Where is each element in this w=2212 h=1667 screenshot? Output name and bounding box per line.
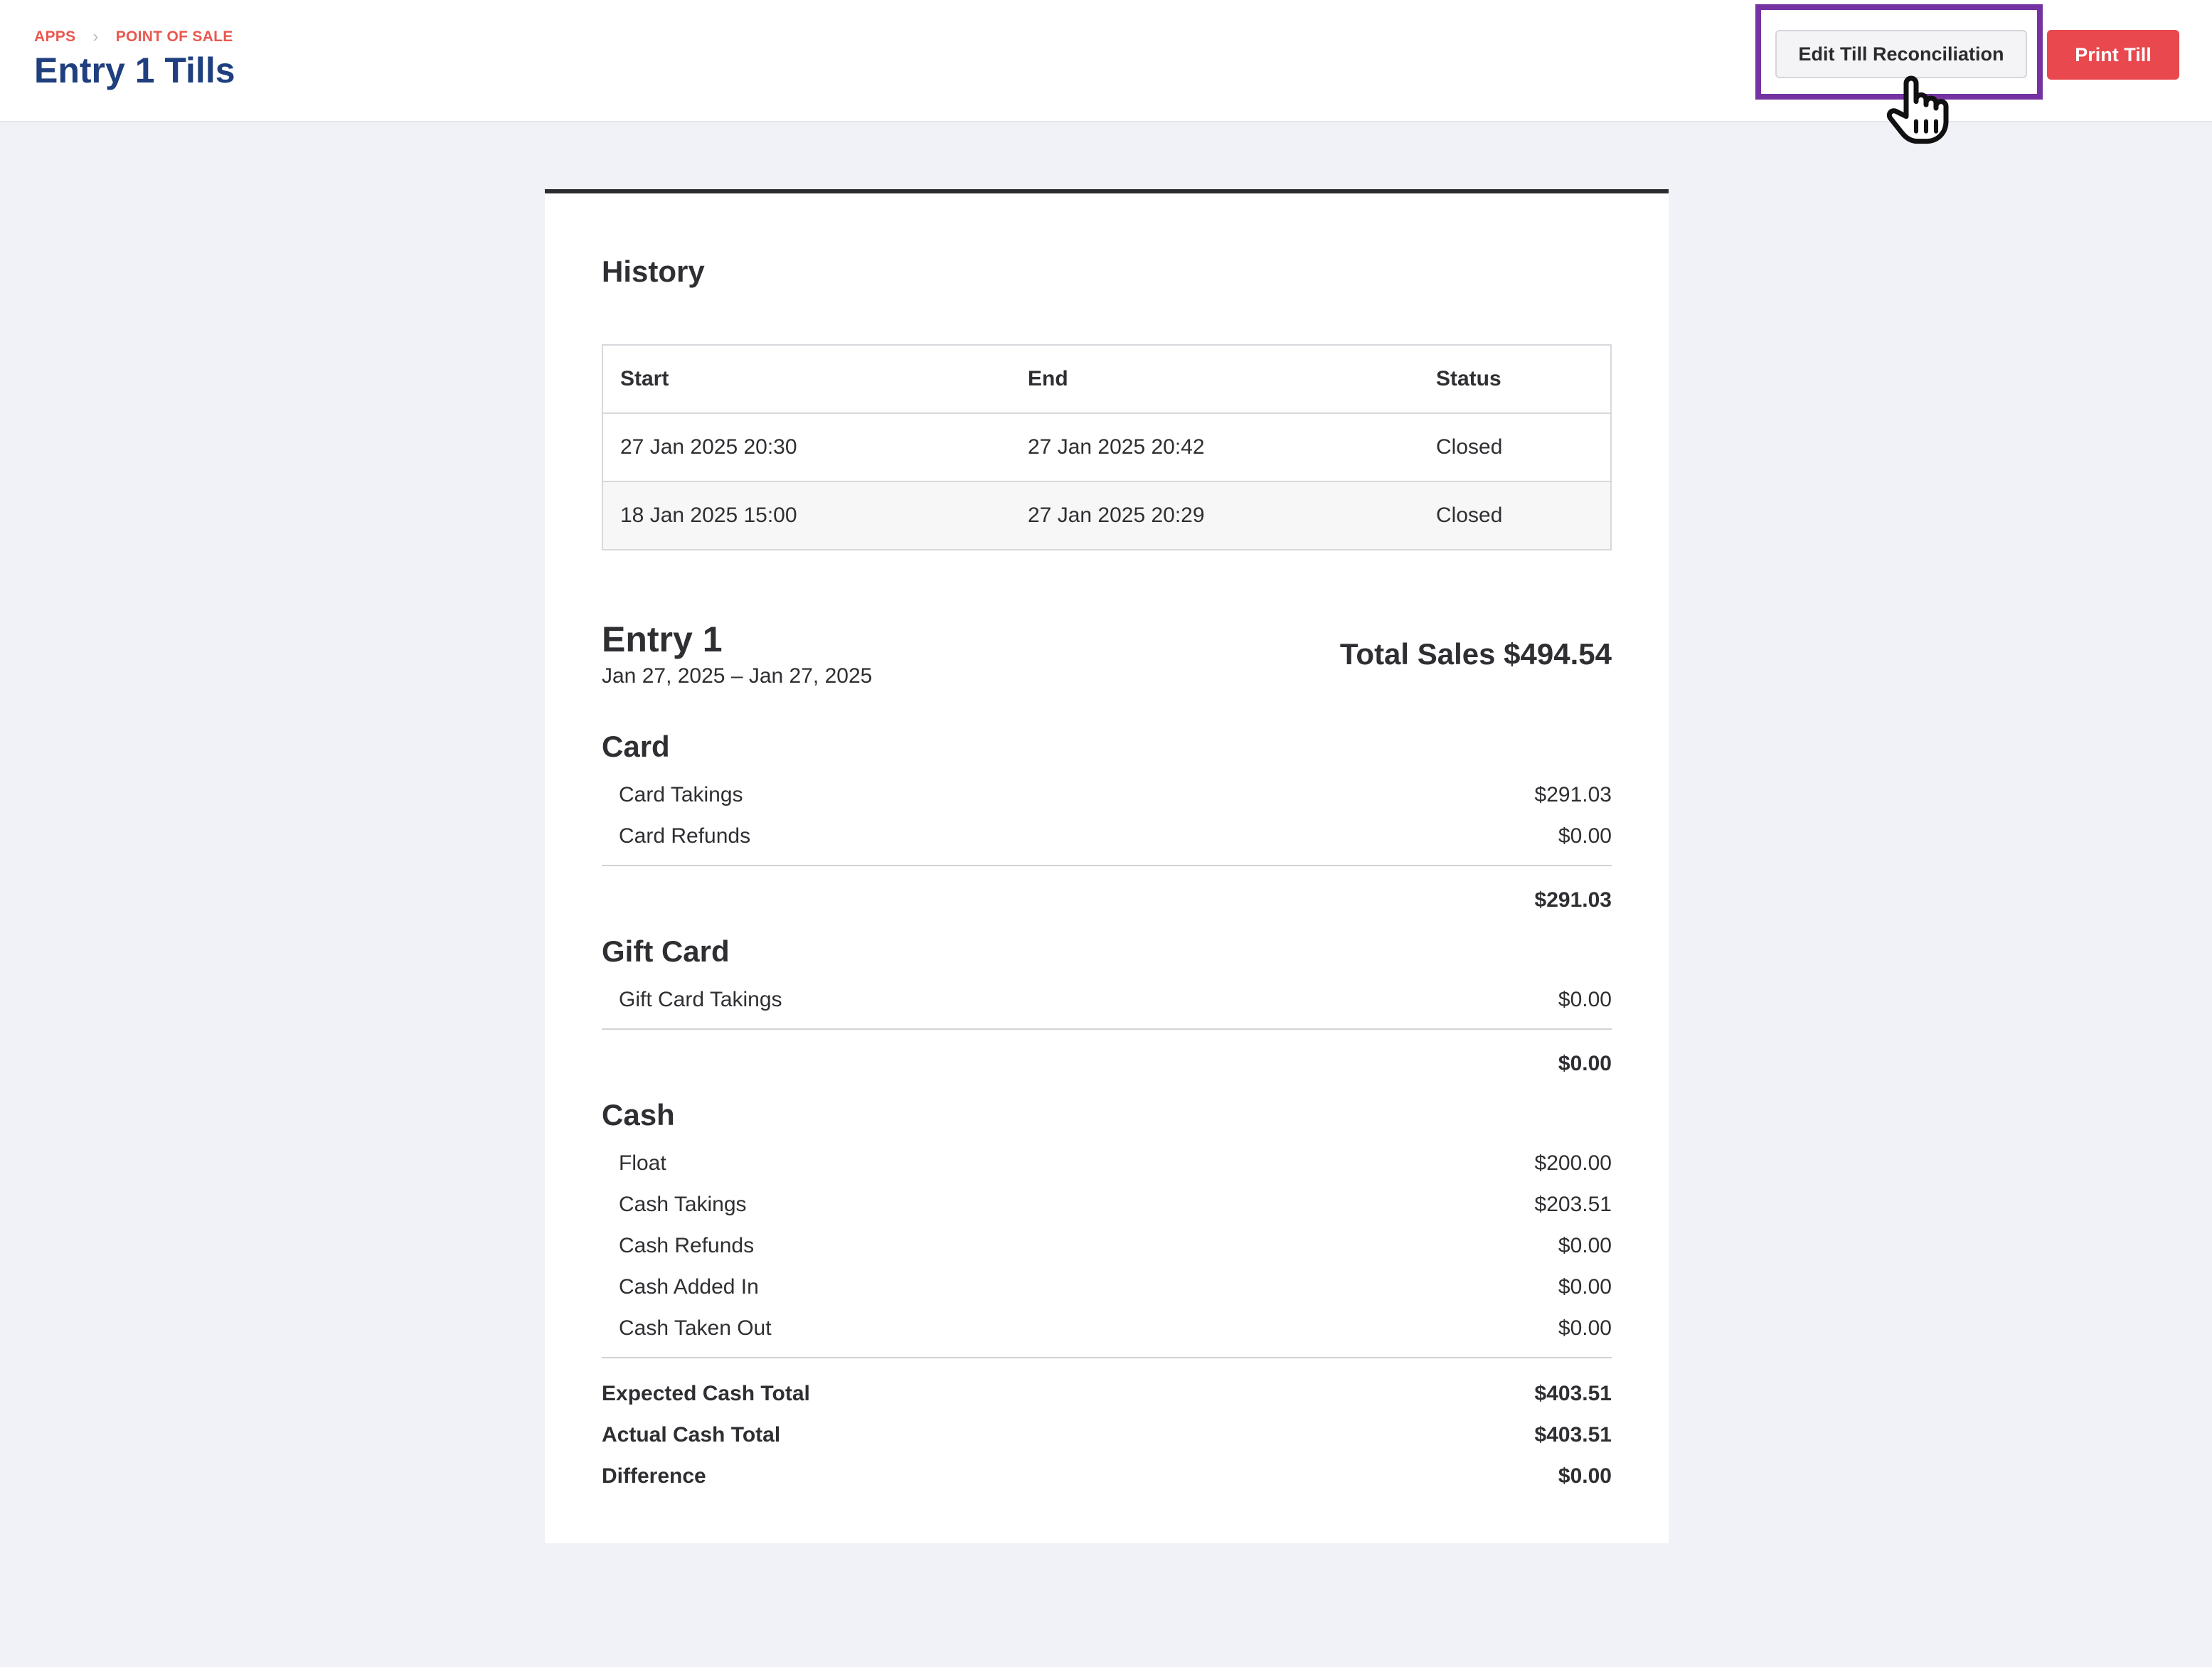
line-item: Cash Refunds $0.00 [602, 1230, 1612, 1262]
gift-card-group-title: Gift Card [602, 934, 730, 968]
line-value: $0.00 [1558, 1234, 1612, 1257]
expected-cash-total: Expected Cash Total $403.51 [602, 1378, 1612, 1410]
entry-title: Entry 1 [602, 619, 723, 659]
divider [602, 1357, 1612, 1358]
line-item: Cash Taken Out $0.00 [602, 1313, 1612, 1344]
line-item: Cash Takings $203.51 [602, 1189, 1612, 1220]
cash-difference: Difference $0.00 [602, 1461, 1612, 1492]
subtotal-value: $0.00 [1558, 1052, 1612, 1075]
cell-start: 18 Jan 2025 15:00 [602, 481, 1011, 550]
page-title: Entry 1 Tills [34, 50, 235, 90]
history-table: Start End Status 27 Jan 2025 20:30 27 Ja… [602, 344, 1612, 550]
line-label: Cash Refunds [619, 1234, 755, 1257]
cell-end: 27 Jan 2025 20:29 [1011, 481, 1419, 550]
line-label: Card Takings [619, 783, 743, 806]
total-label: Expected Cash Total [602, 1382, 810, 1405]
history-heading: History [602, 255, 705, 288]
line-item: Float $200.00 [602, 1148, 1612, 1179]
breadcrumb-apps[interactable]: APPS [34, 28, 75, 46]
cell-status: Closed [1419, 481, 1611, 550]
line-value: $200.00 [1534, 1151, 1612, 1175]
print-till-button[interactable]: Print Till [2047, 30, 2179, 80]
line-label: Float [619, 1151, 666, 1175]
total-sales: Total Sales $494.54 [1339, 637, 1612, 671]
line-item: Card Takings $291.03 [602, 779, 1612, 811]
line-item: Cash Added In $0.00 [602, 1272, 1612, 1303]
total-label: Difference [602, 1464, 706, 1488]
total-value: $403.51 [1534, 1423, 1612, 1447]
column-header-status: Status [1419, 345, 1611, 414]
chevron-right-icon: › [92, 27, 99, 46]
line-value: $291.03 [1534, 783, 1612, 806]
line-label: Cash Taken Out [619, 1316, 772, 1340]
line-item: Card Refunds $0.00 [602, 821, 1612, 852]
column-header-end: End [1011, 345, 1419, 414]
line-value: $0.00 [1558, 1316, 1612, 1340]
card-subtotal: $291.03 [602, 885, 1612, 916]
card-group-title: Card [602, 730, 670, 763]
table-row[interactable]: 18 Jan 2025 15:00 27 Jan 2025 20:29 Clos… [602, 481, 1611, 550]
line-label: Gift Card Takings [619, 988, 782, 1011]
line-value: $203.51 [1534, 1193, 1612, 1216]
total-value: $0.00 [1558, 1464, 1612, 1488]
entry-date-range: Jan 27, 2025 – Jan 27, 2025 [602, 664, 873, 688]
till-report-card: History Start End Status 27 Jan 2025 20:… [545, 189, 1669, 1543]
total-value: $403.51 [1534, 1382, 1612, 1405]
hand-pointer-icon [1886, 75, 1949, 144]
breadcrumb: APPS › POINT OF SALE [34, 27, 233, 47]
cell-end: 27 Jan 2025 20:42 [1011, 413, 1419, 482]
subtotal-value: $291.03 [1534, 888, 1612, 912]
table-header-row: Start End Status [602, 345, 1611, 414]
cell-status: Closed [1419, 413, 1611, 482]
divider [602, 865, 1612, 866]
actual-cash-total: Actual Cash Total $403.51 [602, 1420, 1612, 1451]
table-row[interactable]: 27 Jan 2025 20:30 27 Jan 2025 20:42 Clos… [602, 413, 1611, 482]
gift-card-subtotal: $0.00 [602, 1048, 1612, 1080]
divider [602, 1028, 1612, 1030]
line-label: Card Refunds [619, 824, 751, 848]
cash-group-title: Cash [602, 1098, 675, 1131]
line-value: $0.00 [1558, 1275, 1612, 1299]
line-label: Cash Takings [619, 1193, 747, 1216]
line-item: Gift Card Takings $0.00 [602, 984, 1612, 1016]
line-value: $0.00 [1558, 824, 1612, 848]
cell-start: 27 Jan 2025 20:30 [602, 413, 1011, 482]
total-label: Actual Cash Total [602, 1423, 781, 1447]
column-header-start: Start [602, 345, 1011, 414]
line-label: Cash Added In [619, 1275, 759, 1299]
breadcrumb-point-of-sale[interactable]: POINT OF SALE [116, 28, 233, 46]
line-value: $0.00 [1558, 988, 1612, 1011]
